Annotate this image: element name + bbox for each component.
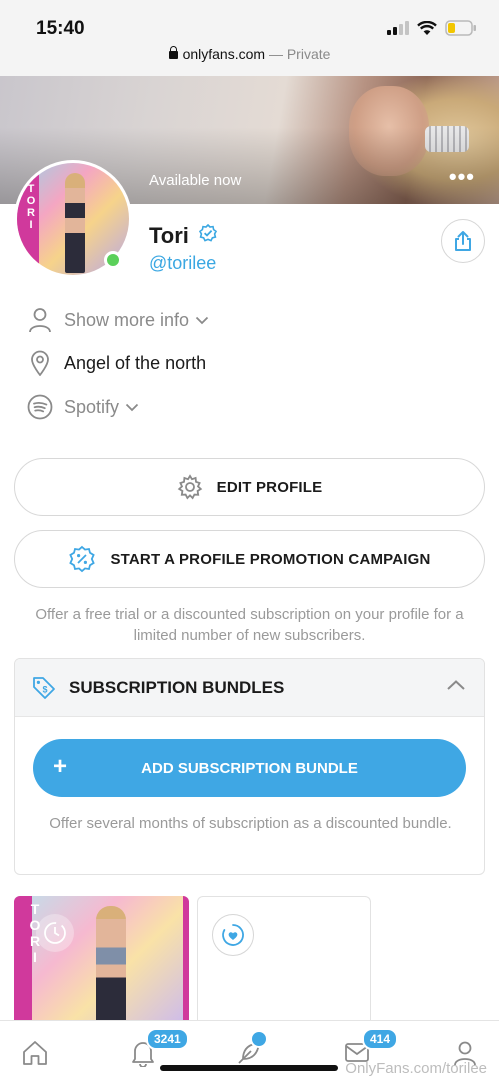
lock-icon — [168, 46, 178, 59]
url-domain: onlyfans.com — [182, 46, 266, 62]
heart-refresh-icon — [212, 914, 254, 956]
subscription-bundles-title: SUBSCRIPTION BUNDLES — [69, 677, 285, 697]
chevron-up-icon[interactable] — [446, 679, 466, 691]
spotify-row[interactable]: Spotify — [26, 393, 139, 421]
nav-notifications[interactable]: 3241 — [126, 1028, 189, 1070]
spotify-icon — [26, 393, 54, 421]
verified-badge-icon — [199, 224, 217, 242]
status-time: 15:40 — [36, 18, 85, 39]
location-label: Angel of the north — [64, 352, 207, 373]
clock-icon — [36, 914, 74, 952]
new-post-dot — [250, 1030, 268, 1048]
add-subscription-bundle-label: ADD SUBSCRIPTION BUNDLE — [141, 759, 358, 777]
gear-icon — [177, 474, 203, 500]
subscription-bundles-panel: $ SUBSCRIPTION BUNDLES + ADD SUBSCRIPTIO… — [14, 658, 485, 875]
signal-icon — [387, 21, 409, 35]
private-label: — Private — [268, 46, 331, 62]
story-thumbnail[interactable]: TORI — [14, 896, 189, 1026]
price-tag-icon: $ — [33, 676, 55, 699]
profile-name: Tori — [149, 223, 189, 248]
add-story-card[interactable] — [197, 896, 371, 1026]
start-promotion-button[interactable]: START A PROFILE PROMOTION CAMPAIGN — [14, 530, 485, 588]
messages-badge: 414 — [362, 1028, 399, 1050]
plus-icon: + — [53, 753, 68, 780]
edit-profile-label: EDIT PROFILE — [216, 478, 323, 496]
start-promotion-label: START A PROFILE PROMOTION CAMPAIGN — [110, 550, 431, 568]
url-bar[interactable]: onlyfans.com — Private — [0, 46, 499, 76]
status-icons — [387, 20, 477, 36]
add-subscription-bundle-button[interactable]: + ADD SUBSCRIPTION BUNDLE — [33, 739, 466, 797]
avatar-letters: TORI — [25, 183, 37, 231]
share-button[interactable] — [441, 219, 485, 263]
home-icon — [23, 1041, 47, 1065]
battery-icon — [445, 20, 476, 36]
watermark: OnlyFans.com/torilee — [345, 1060, 487, 1077]
user-icon — [26, 306, 54, 334]
bundle-description: Offer several months of subscription as … — [49, 815, 452, 832]
svg-text:$: $ — [42, 684, 47, 694]
spotify-label: Spotify — [64, 396, 120, 417]
share-icon — [455, 231, 471, 251]
show-more-info-label: Show more info — [64, 309, 190, 330]
home-indicator — [160, 1065, 338, 1071]
location-pin-icon — [26, 349, 54, 377]
chevron-down-icon — [195, 316, 209, 324]
status-bar: 15:40 — [0, 0, 499, 46]
discount-badge-icon — [68, 545, 96, 573]
promotion-description: Offer a free trial or a discounted subsc… — [35, 606, 464, 644]
more-horizontal-icon[interactable]: ••• — [449, 166, 475, 188]
availability-label: Available now — [149, 172, 242, 189]
location-row: Angel of the north — [26, 349, 206, 377]
online-status-dot — [104, 251, 122, 269]
profile-handle[interactable]: @torilee — [149, 253, 216, 274]
notifications-badge: 3241 — [146, 1028, 189, 1050]
nav-home[interactable] — [18, 1036, 52, 1070]
subscription-bundles-header[interactable]: $ SUBSCRIPTION BUNDLES — [15, 659, 484, 717]
chevron-down-icon — [125, 403, 139, 411]
wifi-icon — [417, 20, 437, 35]
edit-profile-button[interactable]: EDIT PROFILE — [14, 458, 485, 516]
show-more-info[interactable]: Show more info — [26, 306, 209, 334]
